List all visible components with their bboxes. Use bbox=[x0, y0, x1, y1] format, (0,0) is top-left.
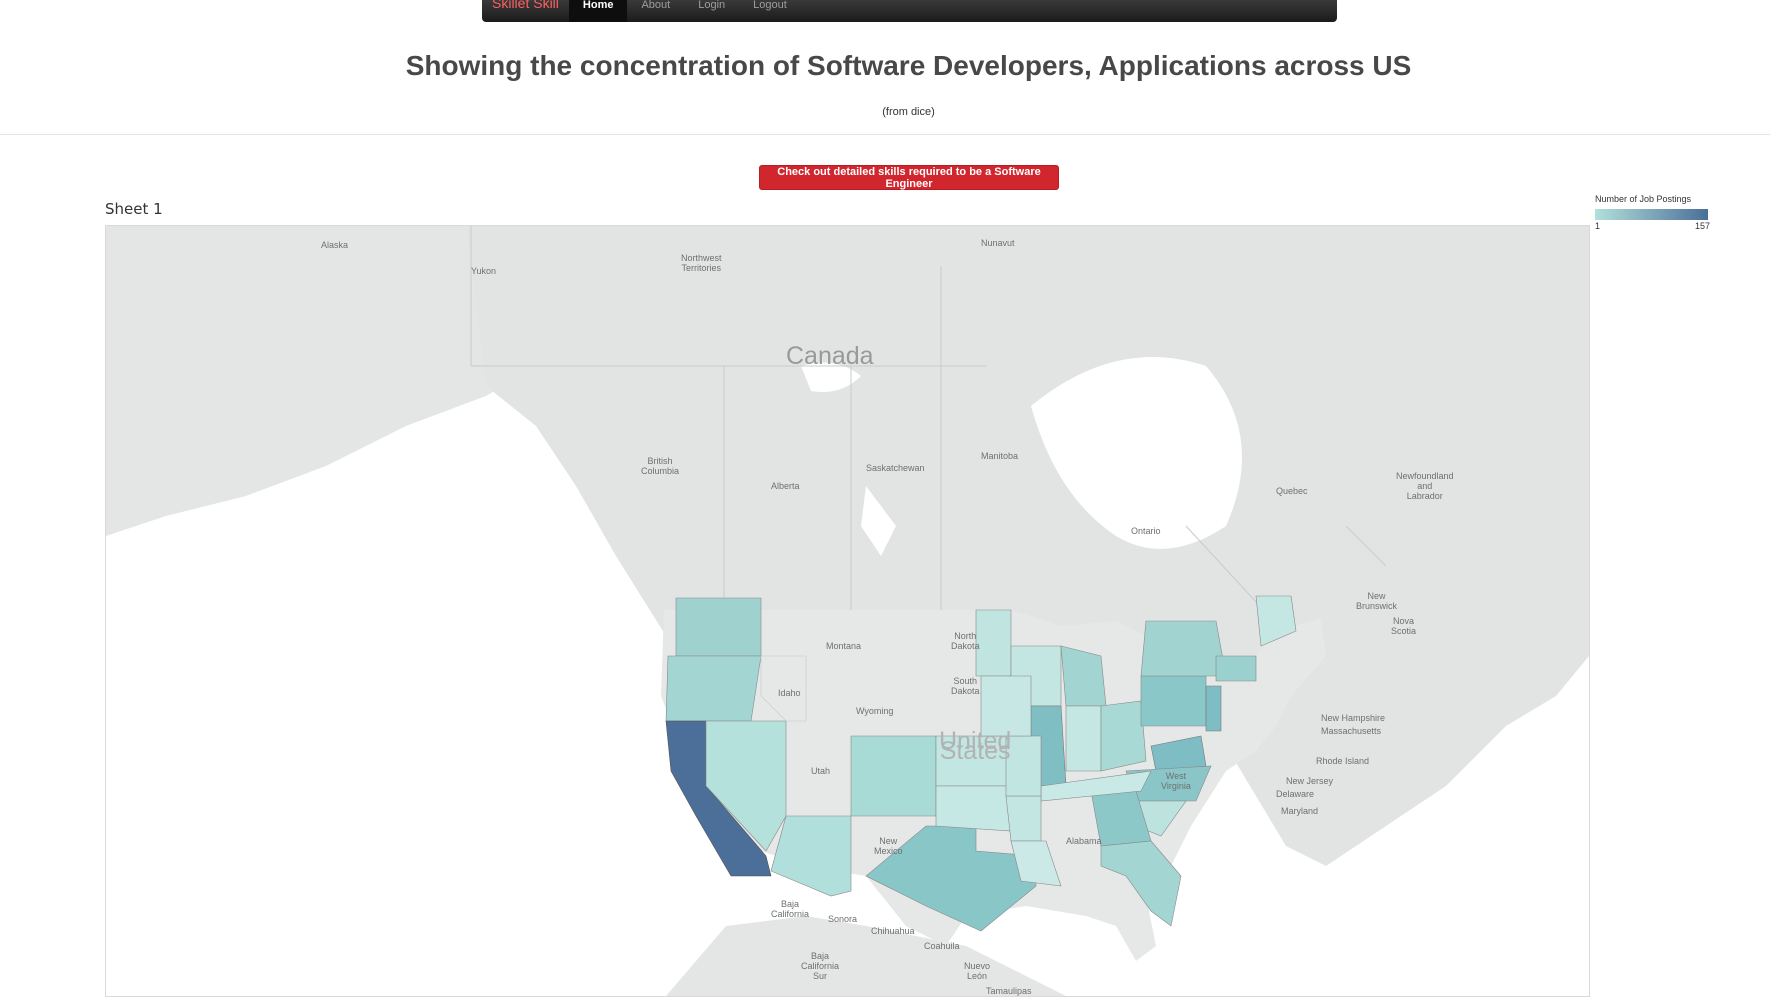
state-new-york[interactable] bbox=[1140, 620, 1227, 677]
label-montana: Montana bbox=[826, 641, 862, 651]
nav-home[interactable]: Home bbox=[568, 0, 628, 22]
sheet-title: Sheet 1 bbox=[105, 200, 163, 218]
state-massachusetts[interactable] bbox=[1215, 655, 1257, 682]
nav-login[interactable]: Login bbox=[684, 0, 739, 22]
nav-about[interactable]: About bbox=[627, 0, 684, 22]
state-colorado[interactable] bbox=[850, 735, 937, 817]
page-title: Showing the concentration of Software De… bbox=[405, 50, 1412, 81]
label-chihuahua: Chihuahua bbox=[871, 926, 915, 936]
label-northwest: Northwest Territories bbox=[681, 253, 722, 273]
label-saskatchewan: Saskatchewan bbox=[866, 463, 925, 473]
label-coahuila: Coahuila bbox=[924, 941, 960, 951]
state-oklahoma[interactable] bbox=[935, 785, 1012, 832]
state-pennsylvania[interactable] bbox=[1140, 675, 1207, 727]
label-nova-scotia: Nova Scotia bbox=[1391, 616, 1417, 636]
label-new-brunswick: New Brunswick bbox=[1356, 591, 1398, 611]
label-wyoming: Wyoming bbox=[856, 706, 894, 716]
state-new-jersey[interactable] bbox=[1205, 685, 1222, 732]
top-navbar: Skillet Skill Home About Login Logout bbox=[482, 0, 1337, 22]
label-idaho: Idaho bbox=[778, 688, 801, 698]
state-indiana[interactable] bbox=[1065, 705, 1102, 772]
label-rhode-island: Rhode Island bbox=[1316, 756, 1370, 766]
label-south-dakota: South Dakota bbox=[951, 676, 980, 696]
brand-link[interactable]: Skillet Skill bbox=[482, 0, 569, 22]
color-legend: Number of Job Postings 1 157 bbox=[1595, 194, 1710, 231]
label-maryland: Maryland bbox=[1281, 806, 1319, 816]
label-newfoundland: Newfoundland and Labrador bbox=[1396, 471, 1454, 501]
label-alabama: Alabama bbox=[1066, 836, 1102, 846]
state-washington[interactable] bbox=[675, 597, 762, 657]
us-choropleth-map[interactable]: Alaska Yukon Northwest Territories Nunav… bbox=[105, 225, 1590, 997]
label-sonora: Sonora bbox=[828, 914, 858, 924]
label-yukon: Yukon bbox=[471, 266, 497, 276]
label-new-hampshire: New Hampshire bbox=[1321, 713, 1386, 723]
label-utah: Utah bbox=[811, 766, 831, 776]
label-new-mexico: New Mexico bbox=[874, 836, 903, 856]
label-nuevo-leon: Nuevo León bbox=[964, 961, 991, 981]
label-baja-california: Baja California bbox=[771, 899, 810, 919]
nav-logout[interactable]: Logout bbox=[739, 0, 801, 22]
legend-min: 1 bbox=[1595, 221, 1601, 231]
label-alaska: Alaska bbox=[321, 240, 349, 250]
label-new-jersey: New Jersey bbox=[1286, 776, 1334, 786]
page-source: (from dice) bbox=[882, 106, 935, 118]
legend-max: 157 bbox=[1694, 221, 1710, 231]
label-british-columbia: British Columbia bbox=[641, 456, 680, 476]
label-canada: Canada bbox=[786, 342, 874, 370]
label-west-virginia: West Virginia bbox=[1161, 771, 1191, 791]
label-manitoba: Manitoba bbox=[981, 451, 1019, 461]
software-engineer-skills-button[interactable]: Check out detailed skills required to be… bbox=[759, 165, 1059, 190]
label-delaware: Delaware bbox=[1276, 789, 1315, 799]
state-arkansas[interactable] bbox=[1005, 795, 1042, 842]
label-nunavut: Nunavut bbox=[981, 238, 1015, 248]
label-alberta: Alberta bbox=[771, 481, 800, 491]
label-united-states: United States bbox=[939, 727, 1012, 765]
label-massachusetts: Massachusetts bbox=[1321, 726, 1382, 736]
label-north-dakota: North Dakota bbox=[951, 631, 980, 651]
state-oregon[interactable] bbox=[665, 655, 762, 722]
label-ontario: Ontario bbox=[1131, 526, 1161, 536]
legend-gradient bbox=[1595, 209, 1708, 220]
legend-title: Number of Job Postings bbox=[1595, 194, 1692, 204]
label-tamaulipas: Tamaulipas bbox=[986, 986, 1032, 996]
state-minnesota[interactable] bbox=[975, 609, 1012, 677]
header-divider bbox=[0, 134, 1770, 135]
state-ohio[interactable] bbox=[1100, 700, 1147, 772]
legend-ticks: 1 157 bbox=[1595, 221, 1710, 231]
label-quebec: Quebec bbox=[1276, 486, 1308, 496]
label-baja-california-sur: Baja California Sur bbox=[801, 951, 840, 981]
